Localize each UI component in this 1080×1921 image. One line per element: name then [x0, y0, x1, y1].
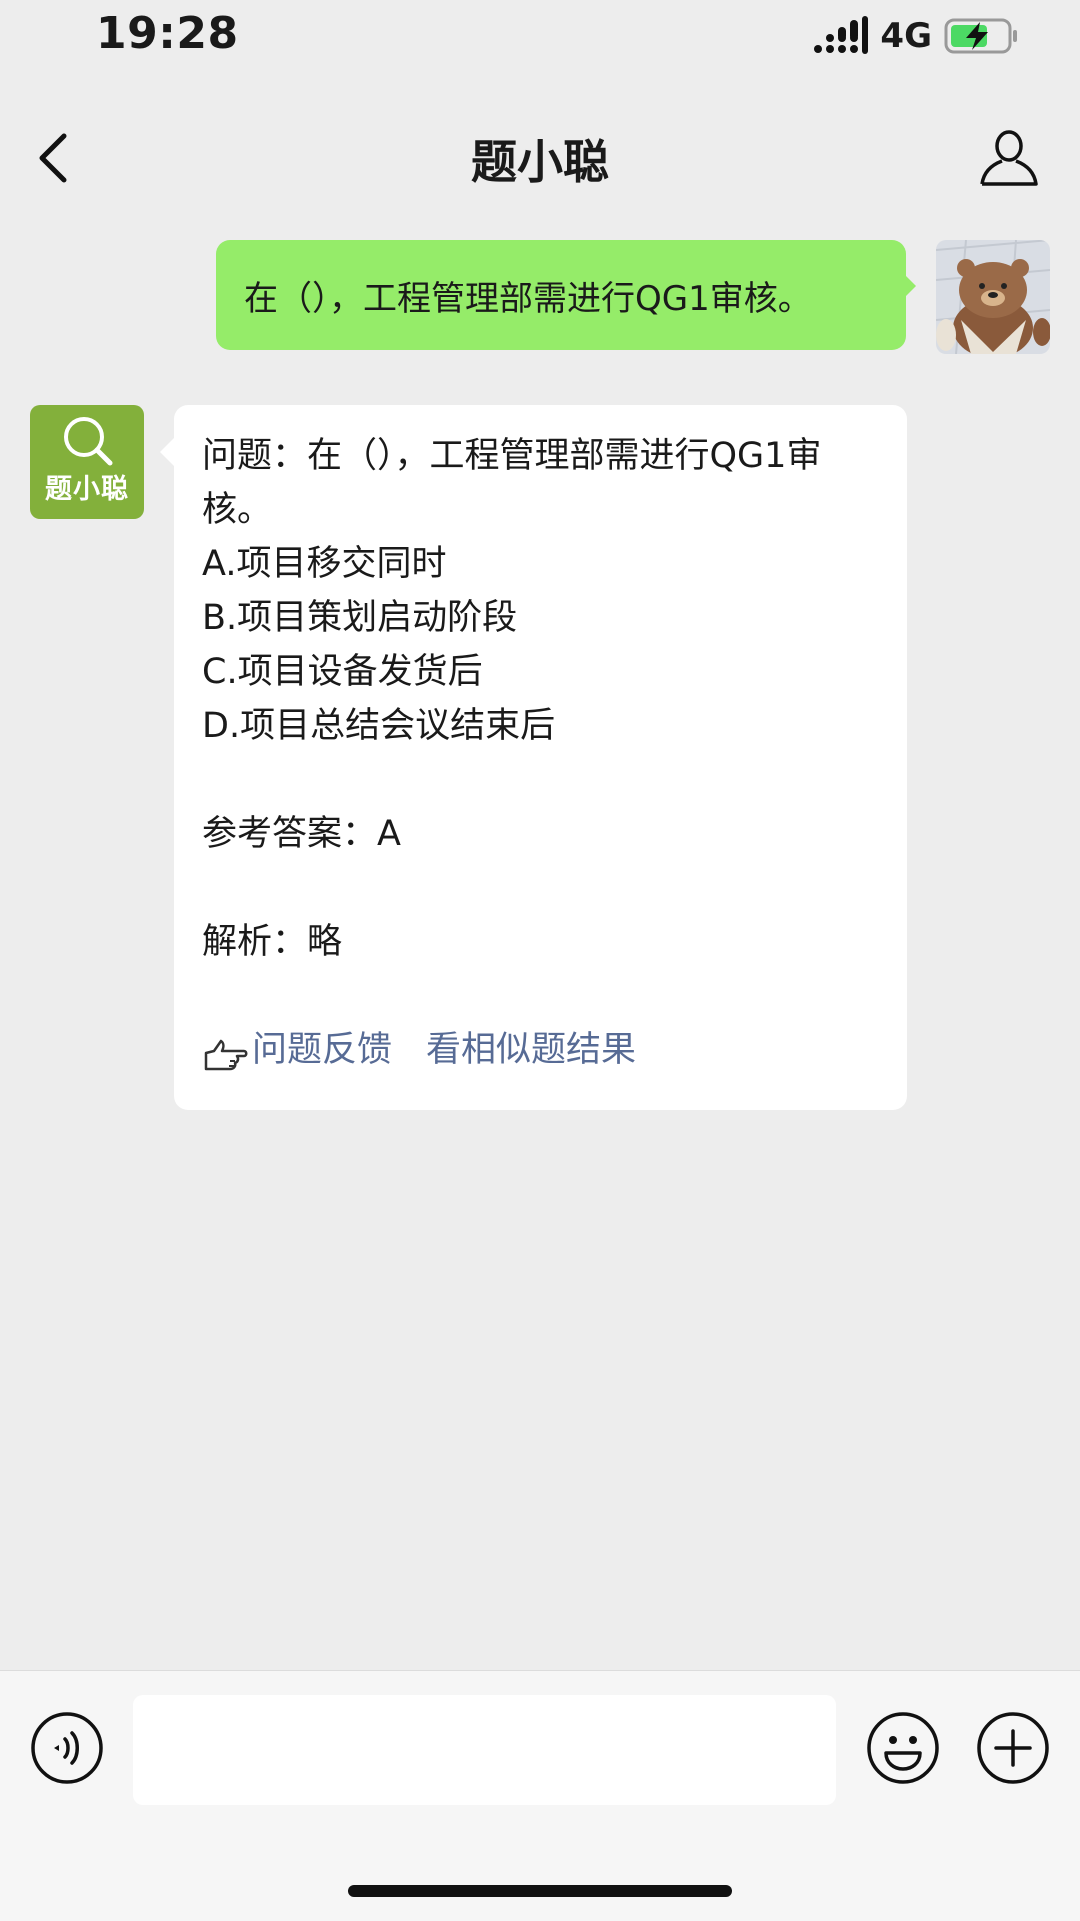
status-time: 19:28: [96, 8, 239, 59]
search-icon: [64, 417, 113, 466]
incoming-bubble-tail: [160, 438, 174, 466]
incoming-message-bubble[interactable]: 问题：在（），工程管理部需进行QG1审核。 A.项目移交同时 B.项目策划启动阶…: [174, 405, 907, 1110]
battery-charging-icon: [944, 18, 1017, 54]
outgoing-message-bubble[interactable]: 在（），工程管理部需进行QG1审核。: [216, 240, 906, 350]
option-d: D.项目总结会议结束后: [202, 706, 556, 746]
bot-avatar[interactable]: 题小聪: [30, 405, 144, 519]
input-bar: [0, 1670, 1080, 1921]
option-c: C.项目设备发货后: [202, 652, 483, 692]
bot-avatar-label: 题小聪: [45, 474, 129, 505]
option-b: B.项目策划启动阶段: [202, 598, 518, 638]
contact-icon[interactable]: [978, 126, 1040, 188]
analysis-text: 解析：略: [202, 922, 343, 962]
status-bar: 19:28 4G: [0, 0, 1080, 80]
outgoing-bubble-tail: [902, 272, 916, 300]
signal-icon: [814, 16, 869, 54]
user-avatar[interactable]: [936, 240, 1050, 354]
option-a: A.项目移交同时: [202, 544, 447, 584]
message-input[interactable]: [133, 1695, 836, 1805]
question-text: 问题：在（），工程管理部需进行QG1审核。: [202, 436, 822, 530]
network-label: 4G: [880, 16, 932, 56]
emoji-icon[interactable]: [866, 1711, 940, 1785]
similar-results-link[interactable]: 看相似题结果: [426, 1023, 636, 1077]
navigation-bar: 题小聪: [0, 80, 1080, 230]
chat-title: 题小聪: [471, 135, 609, 189]
status-indicators: 4G: [812, 14, 1020, 58]
feedback-link[interactable]: 问题反馈: [252, 1023, 392, 1077]
plus-icon[interactable]: [976, 1711, 1050, 1785]
bear-avatar-image: [936, 240, 1050, 354]
pointing-hand-icon: [204, 1039, 248, 1071]
message-actions: 问题反馈 看相似题结果: [202, 1023, 879, 1077]
home-indicator[interactable]: [348, 1885, 732, 1897]
outgoing-message-text: 在（），工程管理部需进行QG1审核。: [244, 278, 812, 319]
reference-answer: 参考答案：A: [202, 814, 401, 854]
voice-icon[interactable]: [30, 1711, 104, 1785]
